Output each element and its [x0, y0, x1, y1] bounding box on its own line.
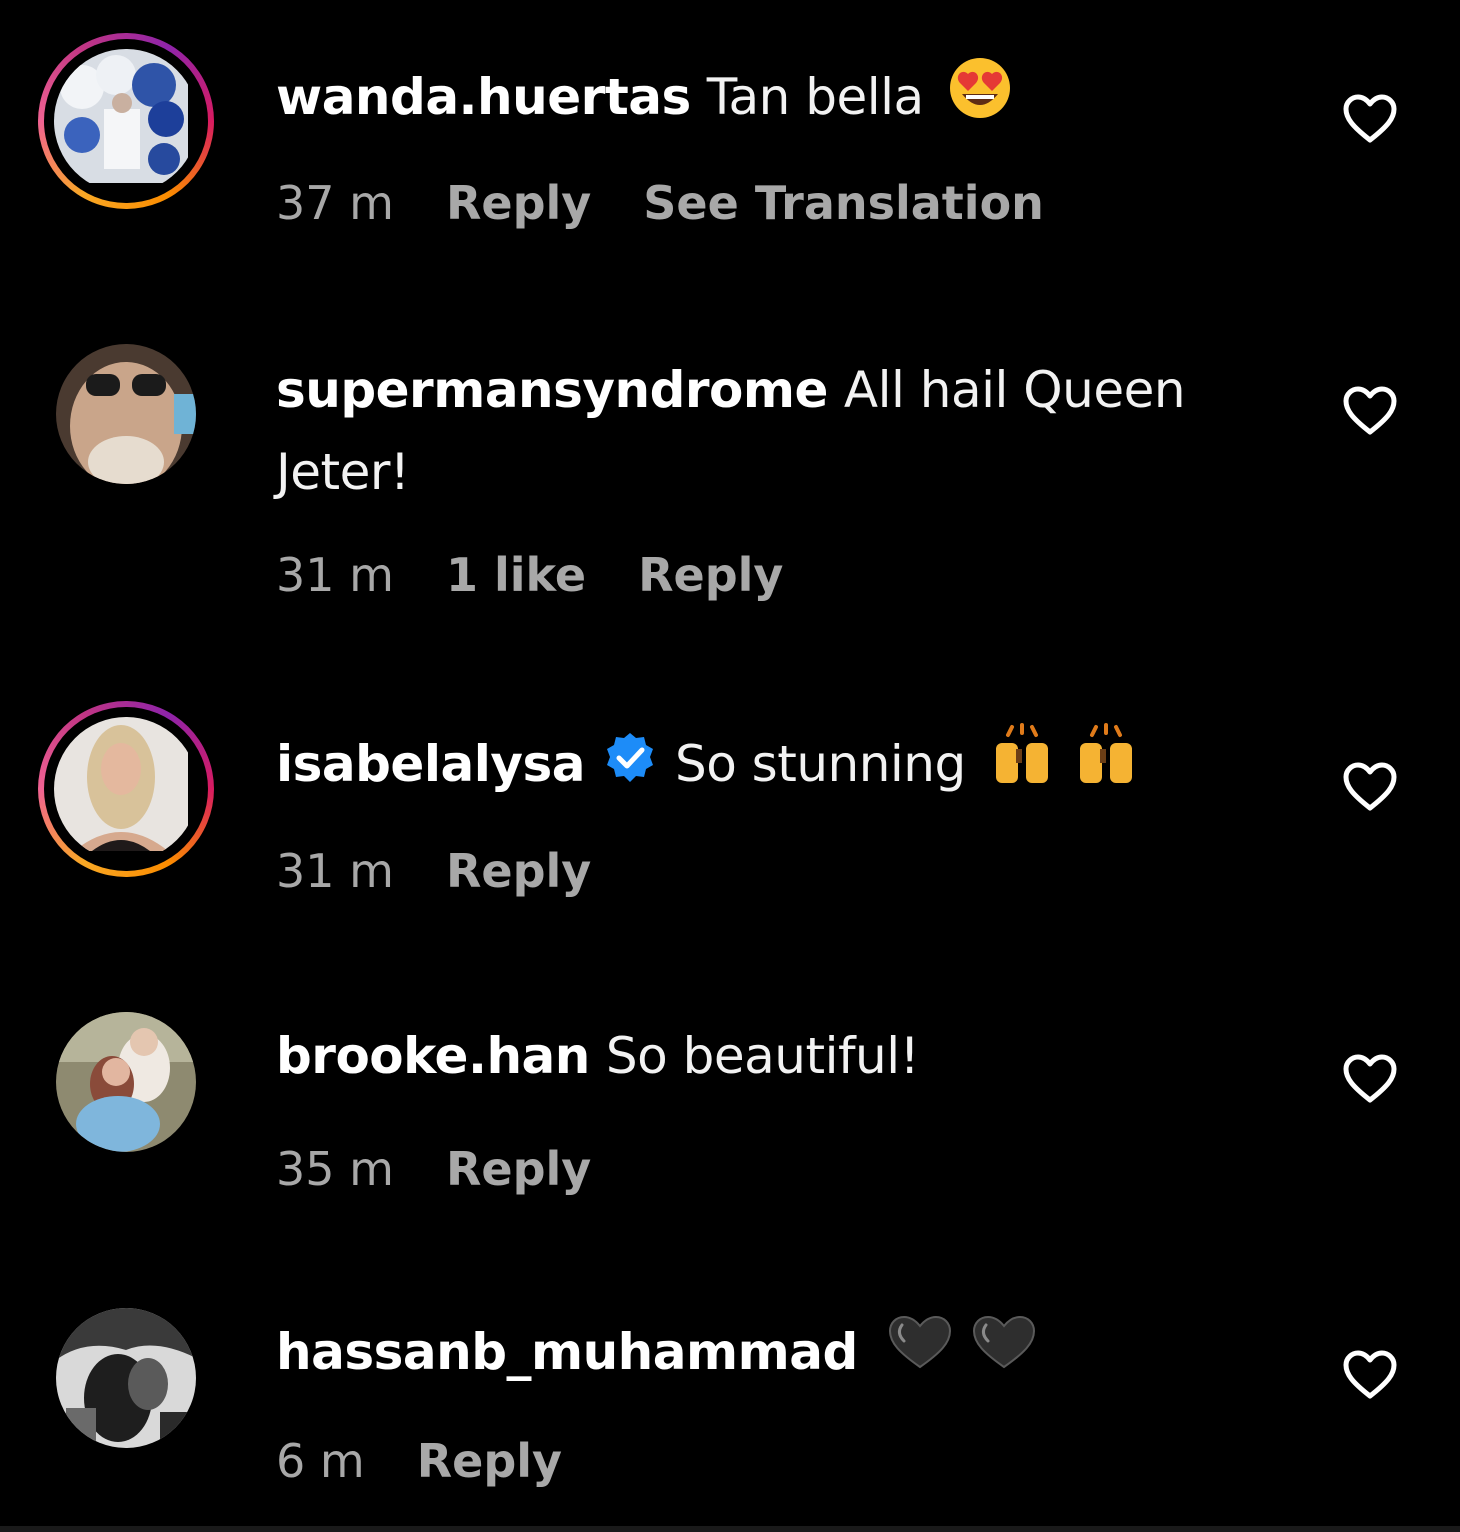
- reply-button[interactable]: Reply: [446, 1142, 591, 1196]
- black-heart-emoji-icon: [886, 1313, 1042, 1398]
- comment-text: So stunning: [674, 735, 966, 793]
- comment-username[interactable]: supermansyndrome: [276, 361, 828, 419]
- avatar-photo: [54, 717, 188, 851]
- comment-item: isabelalysa So stunning 31 m Reply: [0, 680, 1460, 980]
- avatar-image: [56, 1012, 196, 1152]
- avatar[interactable]: [56, 1308, 196, 1448]
- avatar-image: [54, 717, 198, 861]
- comment-meta: 6 m Reply: [276, 1434, 614, 1488]
- reply-button[interactable]: Reply: [446, 176, 591, 230]
- comment-text-line: isabelalysa So stunning: [276, 722, 1140, 812]
- comment-meta: 35 m Reply: [276, 1142, 643, 1196]
- raising-hands-emoji-icon: [990, 723, 1140, 812]
- avatar-gap: [44, 39, 208, 203]
- verified-badge-icon: [603, 726, 657, 810]
- avatar-image: [54, 49, 198, 193]
- reply-button[interactable]: Reply: [446, 844, 591, 898]
- comment-text: All hail Queen: [843, 361, 1186, 419]
- comment-item: wanda.huertas Tan bella 37 m Reply See Tran…: [0, 0, 1460, 300]
- comment-text-line: brooke.han So beautiful!: [276, 1014, 920, 1098]
- comment-meta: 37 m Reply See Translation: [276, 176, 1096, 230]
- comment-time: 35 m: [276, 1142, 394, 1196]
- avatar-image: [56, 344, 196, 484]
- comment-text-line: hassanb_muhammad: [276, 1310, 1042, 1398]
- like-heart-icon[interactable]: [1342, 762, 1398, 812]
- avatar[interactable]: [56, 344, 196, 484]
- avatar-gap: [44, 707, 208, 871]
- reply-button[interactable]: Reply: [638, 548, 783, 602]
- see-translation-button[interactable]: See Translation: [643, 176, 1044, 230]
- avatar-photo: [54, 49, 188, 183]
- avatar-photo: [56, 1012, 196, 1152]
- reply-button[interactable]: Reply: [417, 1434, 562, 1488]
- comment-text-line: supermansyndrome All hail Queen: [276, 348, 1186, 432]
- likes-count[interactable]: 1 like: [446, 548, 586, 602]
- comment-username[interactable]: wanda.huertas: [276, 68, 691, 126]
- comment-meta: 31 m 1 like Reply: [276, 548, 835, 602]
- avatar[interactable]: [38, 33, 214, 209]
- avatar-photo: [56, 344, 196, 484]
- heart-eyes-emoji-icon: [948, 56, 1012, 145]
- avatar-image: [56, 1308, 196, 1448]
- comment-text: Tan bella: [706, 68, 924, 126]
- comment-item: hassanb_muhammad 6 m Reply: [0, 1280, 1460, 1532]
- comment-text: So beautiful!: [605, 1027, 920, 1085]
- comment-time: 31 m: [276, 548, 394, 602]
- comment-username[interactable]: hassanb_muhammad: [276, 1323, 858, 1381]
- comment-time: 6 m: [276, 1434, 365, 1488]
- comment-text-line: Jeter!: [276, 430, 410, 514]
- avatar-photo: [56, 1308, 196, 1448]
- comment-time: 37 m: [276, 176, 394, 230]
- avatar[interactable]: [38, 701, 214, 877]
- comment-meta: 31 m Reply: [276, 844, 643, 898]
- avatar[interactable]: [56, 1012, 196, 1152]
- like-heart-icon[interactable]: [1342, 1054, 1398, 1104]
- comment-text-line: wanda.huertas Tan bella: [276, 55, 1012, 145]
- like-heart-icon[interactable]: [1342, 386, 1398, 436]
- bottom-divider: [0, 1526, 1460, 1532]
- like-heart-icon[interactable]: [1342, 1350, 1398, 1400]
- like-heart-icon[interactable]: [1342, 94, 1398, 144]
- comment-item: supermansyndrome All hail Queen Jeter! 31…: [0, 300, 1460, 680]
- comment-text: Jeter!: [276, 443, 410, 501]
- comment-username[interactable]: isabelalysa: [276, 735, 585, 793]
- comment-time: 31 m: [276, 844, 394, 898]
- comment-username[interactable]: brooke.han: [276, 1027, 590, 1085]
- comment-item: brooke.han So beautiful! 35 m Reply: [0, 980, 1460, 1280]
